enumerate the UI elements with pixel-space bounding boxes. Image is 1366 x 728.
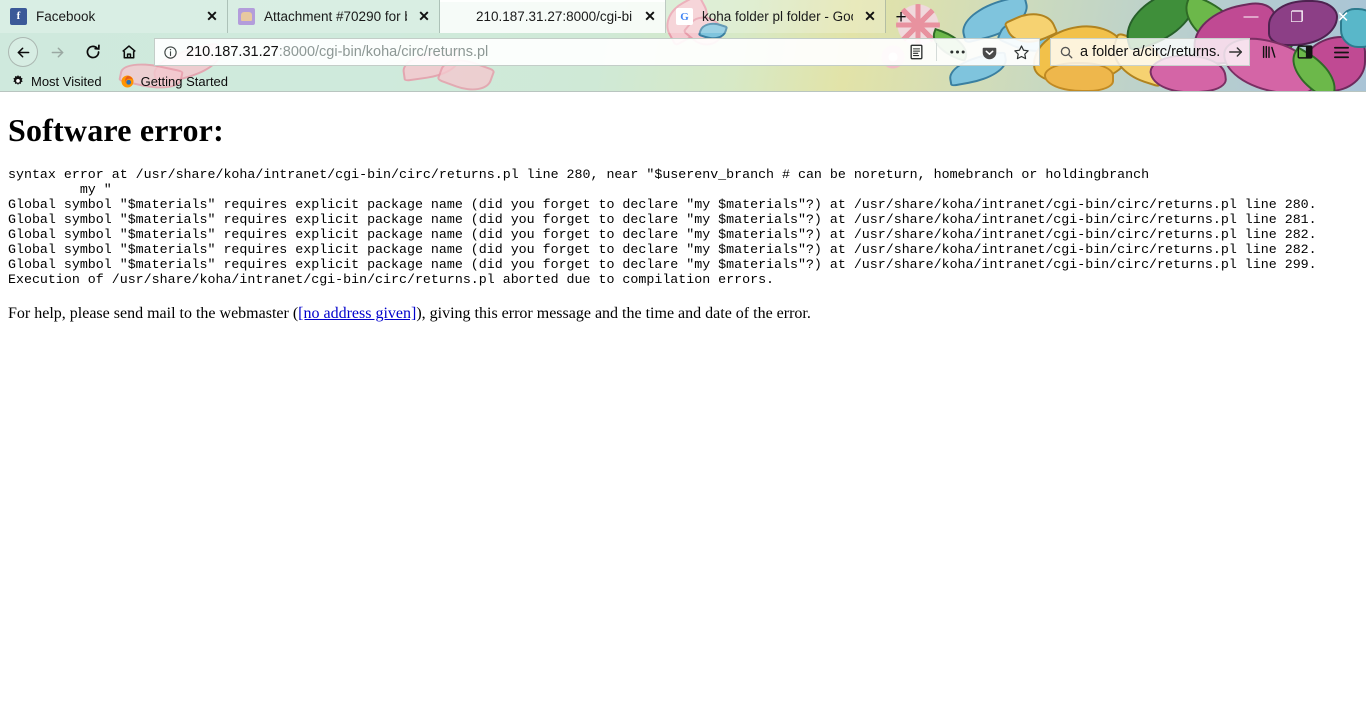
arrow-right-icon[interactable] — [1227, 44, 1245, 60]
restore-icon[interactable]: ❐ — [1274, 0, 1320, 33]
close-icon[interactable]: ✕ — [415, 8, 433, 26]
help-prefix: For help, please send mail to the webmas… — [8, 305, 298, 322]
new-tab-button[interactable]: + — [886, 3, 916, 33]
search-input[interactable]: a folder a/circ/returns.pl — [1080, 44, 1221, 60]
firefox-icon — [120, 74, 135, 89]
tab-google-search[interactable]: G koha folder pl folder - Google S ✕ — [666, 0, 886, 33]
facebook-icon: f — [10, 8, 27, 25]
search-bar[interactable]: a folder a/circ/returns.pl — [1050, 38, 1250, 66]
tab-label: Facebook — [36, 9, 195, 24]
close-icon[interactable]: ✕ — [203, 8, 221, 26]
star-icon[interactable] — [1009, 40, 1033, 64]
forward-arrow-icon — [49, 44, 66, 61]
tab-attachment[interactable]: Attachment #70290 for bug #19 ✕ — [228, 0, 440, 33]
tab-koha-returns[interactable]: 210.187.31.27:8000/cgi-bin/koha/cir ✕ — [440, 0, 666, 33]
bookmark-most-visited[interactable]: Most Visited — [10, 74, 102, 89]
browser-window: f Facebook ✕ Attachment #70290 for bug #… — [0, 0, 1366, 728]
hamburger-menu-icon — [1332, 44, 1351, 61]
info-icon[interactable] — [163, 45, 178, 60]
tab-facebook[interactable]: f Facebook ✕ — [0, 0, 228, 33]
library-button[interactable] — [1252, 37, 1286, 67]
webmaster-mail-link[interactable]: [no address given] — [298, 305, 416, 322]
home-icon — [120, 43, 138, 61]
page-content: Software error: syntax error at /usr/sha… — [0, 92, 1366, 728]
reload-arrow-icon — [84, 43, 102, 61]
page-title: Software error: — [8, 112, 1358, 149]
url-text[interactable]: 210.187.31.27:8000/cgi-bin/koha/circ/ret… — [186, 44, 896, 60]
address-bar[interactable]: 210.187.31.27:8000/cgi-bin/koha/circ/ret… — [154, 38, 1040, 66]
bookmarks-toolbar: Most Visited Getting Started — [0, 71, 1366, 92]
pocket-glyph — [981, 44, 998, 61]
menu-button[interactable] — [1324, 37, 1358, 67]
minimize-icon[interactable]: — — [1228, 0, 1274, 33]
close-icon[interactable]: ✕ — [861, 8, 879, 26]
reload-button[interactable] — [76, 37, 110, 67]
google-icon: G — [676, 8, 693, 25]
home-button[interactable] — [112, 37, 146, 67]
reader-view-icon[interactable] — [904, 40, 928, 64]
close-icon[interactable]: ✕ — [1320, 0, 1366, 33]
webmaster-help-text: For help, please send mail to the webmas… — [8, 305, 1358, 323]
gear-icon — [10, 74, 25, 89]
tab-label: koha folder pl folder - Google S — [702, 9, 853, 24]
sidebar-button[interactable] — [1288, 37, 1322, 67]
back-arrow-icon — [15, 44, 32, 61]
forward-button[interactable] — [40, 37, 74, 67]
library-icon — [1260, 43, 1278, 61]
bugzilla-icon — [238, 8, 255, 25]
bookmark-label: Most Visited — [31, 74, 102, 89]
pocket-icon[interactable] — [977, 40, 1001, 64]
tab-label: 210.187.31.27:8000/cgi-bin/koha/cir — [476, 9, 633, 24]
error-output: syntax error at /usr/share/koha/intranet… — [8, 167, 1358, 287]
sidebar-icon — [1296, 43, 1314, 61]
page-icon — [450, 8, 467, 25]
tab-label: Attachment #70290 for bug #19 — [264, 9, 407, 24]
ellipsis-icon[interactable] — [945, 40, 969, 64]
bookmark-label: Getting Started — [141, 74, 228, 89]
bookmark-getting-started[interactable]: Getting Started — [120, 74, 228, 89]
tab-strip: f Facebook ✕ Attachment #70290 for bug #… — [0, 0, 1366, 33]
search-icon — [1059, 45, 1074, 60]
help-suffix: ), giving this error message and the tim… — [416, 305, 811, 322]
window-controls: — ❐ ✕ — [1228, 0, 1366, 33]
navigation-toolbar: 210.187.31.27:8000/cgi-bin/koha/circ/ret… — [0, 33, 1366, 71]
close-icon[interactable]: ✕ — [641, 8, 659, 26]
toolbar-divider — [936, 43, 937, 61]
back-button[interactable] — [8, 37, 38, 67]
